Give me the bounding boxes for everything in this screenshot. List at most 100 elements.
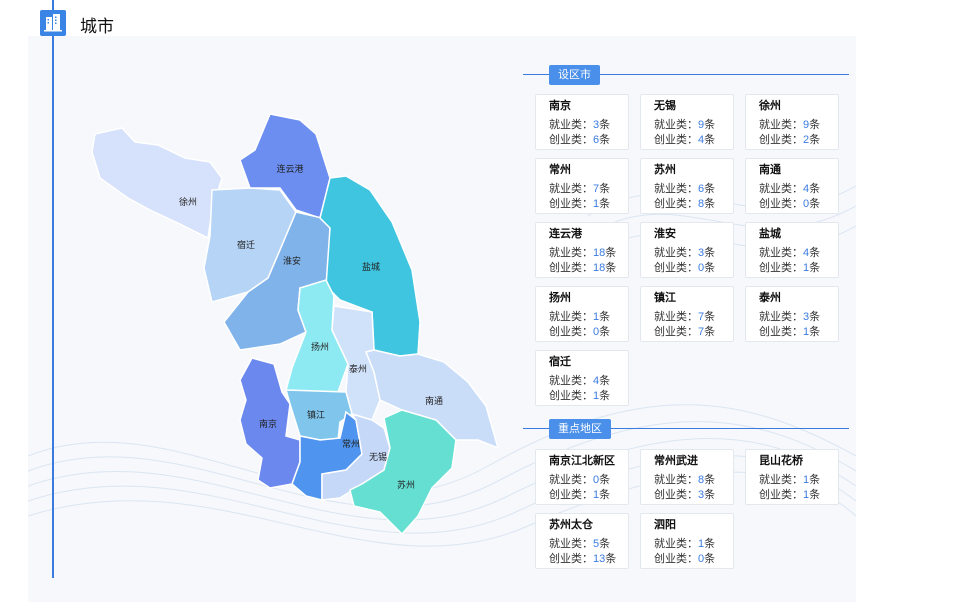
startup-count-row: 创业类：1条 xyxy=(549,197,625,212)
job-count-row: 就业类：3条 xyxy=(654,246,730,261)
job-count-row: 就业类：1条 xyxy=(549,310,625,325)
job-count-row: 就业类：18条 xyxy=(549,246,625,261)
card-title: 扬州 xyxy=(549,292,571,304)
startup-label: 创业类： xyxy=(549,326,593,338)
unit: 条 xyxy=(809,247,821,259)
job-count-row: 就业类：4条 xyxy=(759,246,835,261)
startup-label: 创业类： xyxy=(654,326,698,338)
startup-label: 创业类： xyxy=(759,262,803,274)
job-label: 就业类： xyxy=(549,375,593,387)
jiangsu-map: 徐州 连云港 宿迁 淮安 盐城 扬州 泰州 南通 南京 镇江 常州 无锡 苏州 xyxy=(84,108,504,548)
job-label: 就业类： xyxy=(654,247,698,259)
unit: 条 xyxy=(599,119,611,131)
card-title: 无锡 xyxy=(654,100,676,112)
stat-card[interactable]: 宿迁 就业类：4条 创业类：1条 xyxy=(535,350,629,406)
job-label: 就业类： xyxy=(654,119,698,131)
startup-count-row: 创业类：0条 xyxy=(654,552,730,567)
unit: 条 xyxy=(809,134,821,146)
job-label: 就业类： xyxy=(549,311,593,323)
unit: 条 xyxy=(809,311,821,323)
card-title: 南京 xyxy=(549,100,571,112)
job-label: 就业类： xyxy=(759,311,803,323)
unit: 条 xyxy=(704,311,716,323)
startup-count-row: 创业类：8条 xyxy=(654,197,730,212)
startup-label: 创业类： xyxy=(654,553,698,565)
stat-card[interactable]: 镇江 就业类：7条 创业类：7条 xyxy=(640,286,734,342)
job-label: 就业类： xyxy=(654,183,698,195)
building-icon xyxy=(40,10,66,36)
unit: 条 xyxy=(809,474,821,486)
stat-card[interactable]: 南京 就业类：3条 创业类：6条 xyxy=(535,94,629,150)
job-count-row: 就业类：6条 xyxy=(654,182,730,197)
unit: 条 xyxy=(605,247,617,259)
startup-count-row: 创业类：1条 xyxy=(759,488,835,503)
card-title: 镇江 xyxy=(654,292,676,304)
job-label: 就业类： xyxy=(654,474,698,486)
job-count-row: 就业类：1条 xyxy=(759,473,835,488)
unit: 条 xyxy=(704,489,716,501)
card-title: 泗阳 xyxy=(654,519,676,531)
card-title: 南通 xyxy=(759,164,781,176)
card-title: 昆山花桥 xyxy=(759,455,803,467)
stat-card[interactable]: 昆山花桥就业类：1条 创业类：1条 xyxy=(745,449,839,505)
startup-count-row: 创业类：13条 xyxy=(549,552,625,567)
unit: 条 xyxy=(704,134,716,146)
unit: 条 xyxy=(704,326,716,338)
section-header-districts: 设区市 xyxy=(523,65,849,85)
section-title: 设区市 xyxy=(549,65,600,85)
job-label: 就业类： xyxy=(549,119,593,131)
card-title: 苏州 xyxy=(654,164,676,176)
unit: 条 xyxy=(599,474,611,486)
startup-count-row: 创业类：0条 xyxy=(654,261,730,276)
job-label: 就业类： xyxy=(654,538,698,550)
job-count: 18 xyxy=(593,247,606,259)
startup-count-row: 创业类：1条 xyxy=(549,389,625,404)
stat-card[interactable]: 常州 就业类：7条 创业类：1条 xyxy=(535,158,629,214)
startup-count-row: 创业类：1条 xyxy=(759,325,835,340)
startup-label: 创业类： xyxy=(759,198,803,210)
stat-card[interactable]: 无锡 就业类：9条 创业类：4条 xyxy=(640,94,734,150)
startup-count-row: 创业类：1条 xyxy=(759,261,835,276)
stat-card[interactable]: 泗阳 就业类：1条 创业类：0条 xyxy=(640,513,734,569)
stat-card[interactable]: 苏州就业类：6条 创业类：8条 xyxy=(640,158,734,214)
card-title: 徐州 xyxy=(759,100,781,112)
stat-card[interactable]: 盐城就业类：4条 创业类：1条 xyxy=(745,222,839,278)
stat-card[interactable]: 泰州 就业类：3条 创业类：1条 xyxy=(745,286,839,342)
card-title: 苏州太仓 xyxy=(549,519,593,531)
stat-card[interactable]: 扬州 就业类：1条 创业类：0条 xyxy=(535,286,629,342)
stat-card[interactable]: 南京江北新区 就业类：0条 创业类：1条 xyxy=(535,449,629,505)
unit: 条 xyxy=(809,183,821,195)
startup-count-row: 创业类：0条 xyxy=(759,197,835,212)
job-count-row: 就业类：0条 xyxy=(549,473,625,488)
unit: 条 xyxy=(704,183,716,195)
stat-card[interactable]: 连云港 就业类：18条 创业类：18条 xyxy=(535,222,629,278)
stat-card[interactable]: 淮安 就业类：3条 创业类：0条 xyxy=(640,222,734,278)
startup-count-row: 创业类：1条 xyxy=(549,488,625,503)
startup-label: 创业类： xyxy=(549,390,593,402)
map-region-xuzhou[interactable] xyxy=(91,127,223,240)
unit: 条 xyxy=(599,311,611,323)
card-title: 泰州 xyxy=(759,292,781,304)
unit: 条 xyxy=(704,553,716,565)
stat-card[interactable]: 常州武进 就业类：8条 创业类：3条 xyxy=(640,449,734,505)
job-count-row: 就业类：7条 xyxy=(549,182,625,197)
stat-card[interactable]: 南通就业类：4条 创业类：0条 xyxy=(745,158,839,214)
startup-label: 创业类： xyxy=(759,489,803,501)
job-label: 就业类： xyxy=(759,247,803,259)
job-count-row: 就业类：4条 xyxy=(759,182,835,197)
unit: 条 xyxy=(599,375,611,387)
startup-label: 创业类： xyxy=(549,262,593,274)
startup-count-row: 创业类：7条 xyxy=(654,325,730,340)
startup-label: 创业类： xyxy=(654,489,698,501)
unit: 条 xyxy=(809,119,821,131)
unit: 条 xyxy=(599,489,611,501)
unit: 条 xyxy=(599,183,611,195)
startup-label: 创业类： xyxy=(549,198,593,210)
section-title: 重点地区 xyxy=(549,419,611,439)
stat-card[interactable]: 苏州太仓 就业类：5条 创业类：13条 xyxy=(535,513,629,569)
stat-card[interactable]: 徐州 就业类：9条 创业类：2条 xyxy=(745,94,839,150)
card-title: 盐城 xyxy=(759,228,781,240)
unit: 条 xyxy=(809,262,821,274)
unit: 条 xyxy=(605,262,617,274)
header-vertical-line xyxy=(52,0,54,578)
